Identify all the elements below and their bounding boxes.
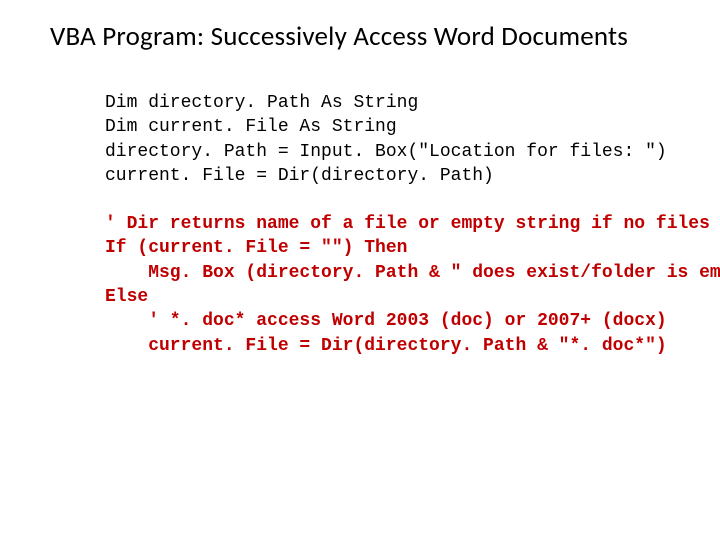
code-line-5: ' Dir returns name of a file or empty st…: [105, 214, 710, 234]
code-line-10: current. File = Dir(directory. Path & "*…: [105, 336, 667, 356]
blank-line: [105, 188, 680, 212]
page-title: VBA Program: Successively Access Word Do…: [50, 20, 680, 53]
code-block: Dim directory. Path As String Dim curren…: [105, 91, 680, 358]
code-line-6: If (current. File = "") Then: [105, 238, 407, 258]
code-line-1: Dim directory. Path As String: [105, 93, 418, 113]
code-line-2: Dim current. File As String: [105, 117, 397, 137]
code-line-9: ' *. doc* access Word 2003 (doc) or 2007…: [105, 311, 667, 331]
slide: VBA Program: Successively Access Word Do…: [0, 0, 720, 540]
code-line-4: current. File = Dir(directory. Path): [105, 166, 494, 186]
code-line-3: directory. Path = Input. Box("Location f…: [105, 142, 667, 162]
code-line-8: Else: [105, 287, 148, 307]
code-line-7: Msg. Box (directory. Path & " does exist…: [105, 263, 720, 283]
